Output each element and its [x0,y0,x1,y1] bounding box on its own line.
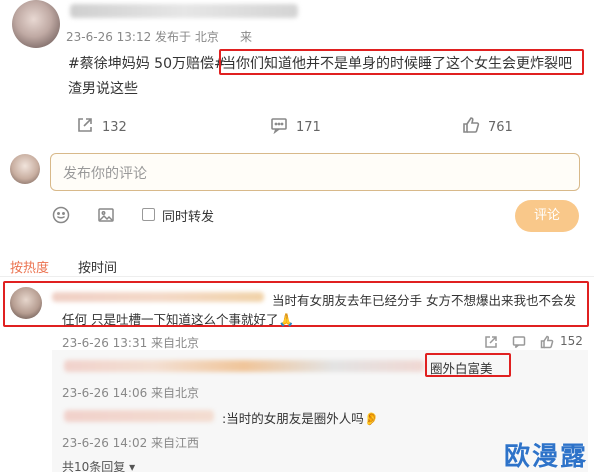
comment-text-line2: 任何 只是吐槽一下知道这么个事就好了🙏 [62,312,295,327]
comment-count: 171 [296,119,321,135]
comment-input[interactable]: 发布你的评论 [50,153,580,191]
post-text-line2: 渣男说这些 [68,81,138,97]
reply-2-meta: 23-6-26 14:02 来自江西 [62,436,200,450]
repost-count: 132 [102,119,127,135]
emoji-icon[interactable] [52,206,70,228]
watermark-logo: 欧漫露 [504,442,589,472]
comment-placeholder: 发布你的评论 [63,166,147,182]
post-author-name-blurred[interactable] [70,4,298,18]
like-button[interactable]: 761 [462,116,513,138]
post-topic-tags[interactable]: #蔡徐坤妈妈 50万赔偿# [68,53,226,73]
reply-1-text: 圈外白富美 [430,361,493,376]
reply-1-names-blurred[interactable] [64,360,424,372]
thumbs-up-icon [462,116,480,138]
post-meta: 23-6-26 13:12 发布于 北京 [66,30,219,44]
post-author-avatar[interactable] [12,0,60,48]
more-replies-link[interactable]: 共10条回复 ▾ [62,458,135,472]
commenter-name-blurred[interactable] [52,292,264,302]
reply-2-text: :当时的女朋友是圈外人吗👂 [222,411,380,426]
comment-button[interactable]: 171 [270,116,321,138]
submit-comment-button[interactable]: 评论 [515,200,579,232]
reply-2-name-blurred[interactable] [64,410,214,422]
repost-icon [76,116,94,138]
also-repost-checkbox[interactable] [142,208,155,221]
also-repost-label: 同时转发 [162,210,215,225]
post-meta-tail: 来 [240,30,253,44]
my-avatar [10,154,40,184]
reply-1-meta: 23-6-26 14:06 来自北京 [62,386,200,400]
comment-text-line1: 当时有女朋友去年已经分手 女方不想爆出来我也不会发 [272,293,576,308]
repost-button[interactable]: 132 [76,116,127,138]
tabs-divider [0,276,594,277]
tab-sort-time[interactable]: 按时间 [78,257,117,276]
comment-avatar[interactable] [10,287,42,319]
like-count: 761 [488,119,513,135]
post-text-highlight: 当你们知道他并不是单身的时候睡了这个女生会更炸裂吧 [222,56,572,72]
image-icon[interactable] [97,206,115,228]
tab-sort-hot[interactable]: 按热度 [10,257,49,276]
comment-meta: 23-6-26 13:31 来自北京 [62,336,200,350]
comment-like-count: 152 [560,334,583,348]
comment-icon [270,116,288,138]
